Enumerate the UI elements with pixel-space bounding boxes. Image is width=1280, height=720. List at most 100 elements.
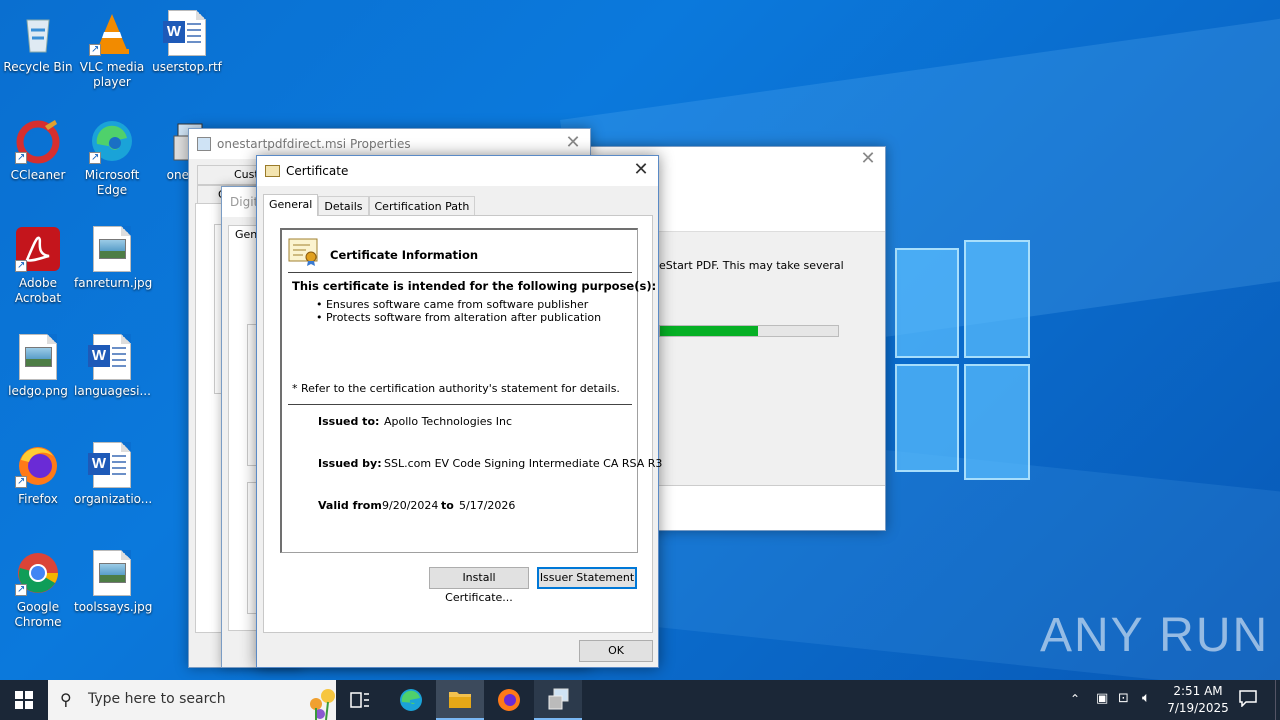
certificate-tabs: General Details Certification Path [263,194,476,216]
show-desktop-button[interactable] [1275,680,1280,720]
acrobat-icon [15,226,61,273]
desktop-icon-recycle-bin[interactable]: Recycle Bin [0,4,76,75]
installer-icon [197,137,211,151]
divider [288,404,632,405]
desktop-icon-label: Recycle Bin [3,60,73,74]
issued-to-label: Issued to: [318,415,380,428]
certificate-icon [265,165,280,177]
chevron-up-icon[interactable]: ⌃ [1070,692,1080,706]
tulips-decoration-icon [310,689,335,720]
desktop-icon-label: Microsoft Edge [84,168,140,197]
valid-to-label: to [441,499,454,512]
desktop-icon-label: ledgo.png [8,384,68,398]
installer-progress-bar [659,325,839,337]
ca-statement-note: * Refer to the certification authority's… [292,382,620,395]
desktop: Recycle Bin VLC media player W userstop.… [0,0,1280,680]
taskbar-installer[interactable] [534,680,582,720]
edge-icon [89,118,135,165]
tab-general[interactable]: Gen [235,228,257,241]
desktop-icon-ccleaner[interactable]: CCleaner [0,112,76,183]
recycle-bin-icon [15,10,61,56]
chrome-icon [15,550,61,597]
taskbar-search-box[interactable]: ⚲ Type here to search [48,680,336,720]
close-icon[interactable]: ✕ [626,160,656,182]
tab-details[interactable]: Details [318,196,369,216]
taskbar: ⚲ Type here to search ⌃ ▣ ⊡ 🔈︎ 2:51 AM 7… [0,680,1280,720]
desktop-icon-label: Firefox [18,492,58,506]
desktop-icon-fanreturn[interactable]: fanreturn.jpg [74,220,153,291]
general-tab-panel: Certificate Information This certificate… [263,215,662,633]
certificate-badge-icon [288,238,320,266]
clock-time: 2:51 AM [1173,684,1223,698]
certificate-titlebar: Certificate [257,156,658,186]
valid-from-label: Valid from [318,499,382,512]
desktop-icon-label: fanreturn.jpg [74,276,153,290]
installer-icon [548,688,569,710]
desktop-icon-languagesi[interactable]: W languagesi... [74,328,151,399]
dialog-title: Certificate [286,164,349,178]
desktop-icon-toolssays[interactable]: toolssays.jpg [74,544,153,615]
taskbar-firefox[interactable] [485,680,533,720]
image-file-icon [89,550,135,596]
task-view-button[interactable] [336,680,384,720]
desktop-icon-label: userstop.rtf [152,60,222,74]
volume-icon[interactable]: 🔈︎ [1142,690,1150,706]
tab-general[interactable]: General [263,194,319,216]
desktop-icon-label: organizatio... [74,492,153,506]
taskbar-file-explorer[interactable] [436,680,484,720]
notifications-button[interactable] [1238,689,1258,708]
desktop-icon-acrobat[interactable]: Adobe Acrobat [0,220,76,306]
ccleaner-icon [15,118,61,165]
desktop-icon-vlc[interactable]: VLC media player [74,4,150,90]
desktop-icon-organizatio[interactable]: W organizatio... [74,436,153,507]
valid-to-value: 5/17/2026 [459,499,516,512]
tab-certification-path[interactable]: Certification Path [368,196,476,216]
installer-status-text: eStart PDF. This may take several [659,259,844,272]
valid-from-value: 9/20/2024 [382,499,439,512]
network-icon[interactable]: ⊡ [1118,691,1129,706]
divider [288,272,632,273]
windows-start-icon [15,691,33,709]
desktop-icon-label: languagesi... [74,384,151,398]
window-title: onestartpdfdirect.msi Properties [217,137,411,151]
certificate-info-heading: Certificate Information [330,248,479,262]
word-document-icon: W [88,334,135,380]
clock-date: 7/19/2025 [1167,701,1229,715]
desktop-icon-chrome[interactable]: Google Chrome [0,544,76,630]
start-button[interactable] [0,680,48,720]
desktop-icon-label: toolssays.jpg [74,600,153,614]
certificate-dialog[interactable]: Certificate ✕ General Details Certificat… [256,155,662,668]
desktop-icon-firefox[interactable]: Firefox [0,436,76,507]
certificate-info-box: Certificate Information This certificate… [280,228,662,553]
desktop-icon-userstop[interactable]: W userstop.rtf [149,4,225,75]
image-file-icon [15,334,61,380]
windows-logo [895,240,1030,480]
firefox-icon [15,442,61,489]
meet-now-icon[interactable]: ▣ [1096,691,1108,706]
issued-to-value: Apollo Technologies Inc [384,415,512,428]
ok-button[interactable]: OK [579,640,653,662]
purpose-item: • Ensures software came from software pu… [316,298,589,311]
clock[interactable]: 2:51 AM 7/19/2025 [1166,683,1230,717]
desktop-icon-label: VLC media player [79,60,145,89]
word-document-icon: W [163,10,210,56]
purpose-heading: This certificate is intended for the fol… [292,279,657,293]
firefox-icon [498,689,520,711]
close-icon[interactable]: ✕ [558,133,588,155]
desktop-icon-edge[interactable]: Microsoft Edge [74,112,150,198]
taskbar-edge[interactable] [387,680,435,720]
anyrun-watermark: ANY RUN [1040,609,1270,662]
issued-by-value: SSL.com EV Code Signing Intermediate CA … [384,457,663,470]
desktop-icon-label: Adobe Acrobat [14,276,62,305]
desktop-icon-label: CCleaner [10,168,66,182]
issuer-statement-button[interactable]: Issuer Statement [537,567,637,589]
purpose-item: • Protects software from alteration afte… [316,311,602,324]
close-icon[interactable]: ✕ [853,149,883,171]
edge-icon [400,689,422,711]
search-placeholder: Type here to search [88,691,226,707]
image-file-icon [89,226,135,272]
desktop-icon-ledgo[interactable]: ledgo.png [0,328,76,399]
folder-icon [449,692,471,708]
install-certificate-button[interactable]: Install Certificate... [429,567,529,604]
vlc-icon [89,10,135,57]
